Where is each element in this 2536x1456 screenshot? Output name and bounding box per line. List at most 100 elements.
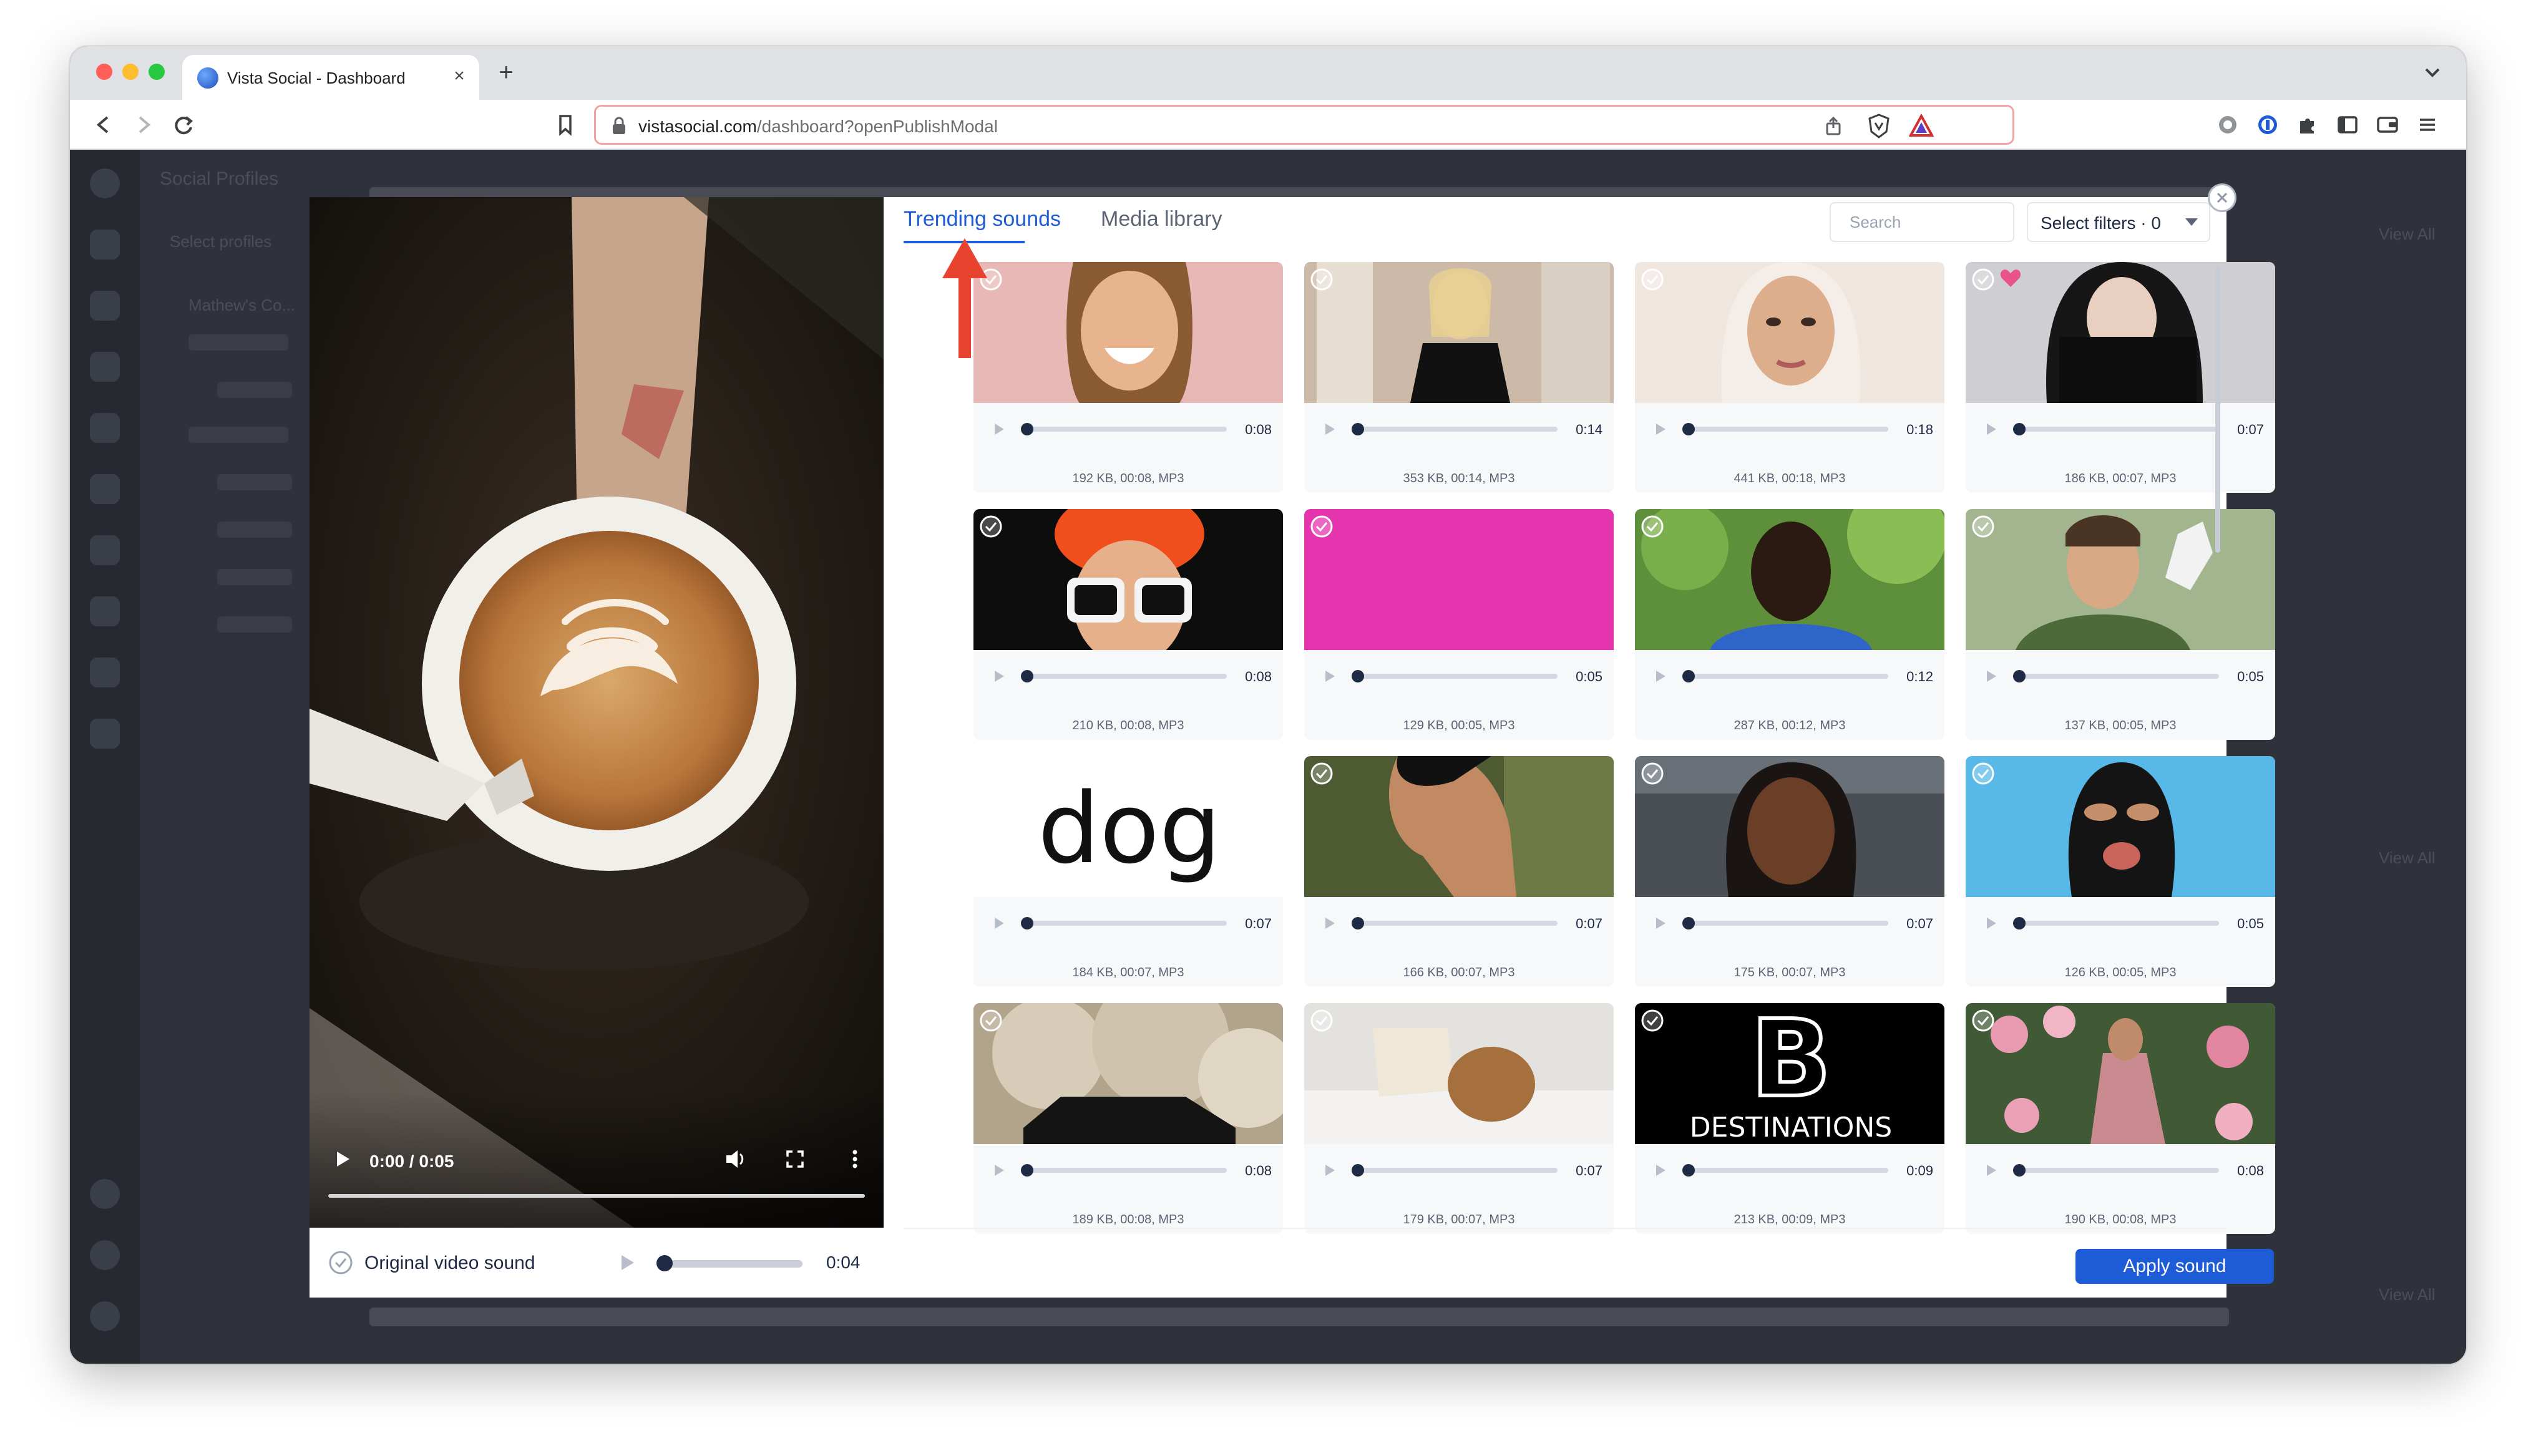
minimize-window-button[interactable] bbox=[122, 64, 139, 80]
sound-card[interactable]: dog 0:07 184 KB, 00:07, MP3 bbox=[973, 756, 1283, 987]
sound-progress-knob[interactable] bbox=[1021, 423, 1033, 435]
sound-thumbnail[interactable] bbox=[973, 509, 1283, 650]
sound-progress-track[interactable] bbox=[1355, 1168, 1558, 1173]
sound-card[interactable]: 0:07 175 KB, 00:07, MP3 bbox=[1635, 756, 1944, 987]
brave-shield-icon[interactable] bbox=[1866, 113, 1891, 139]
sound-progress-knob[interactable] bbox=[1682, 1164, 1695, 1177]
reports-icon[interactable] bbox=[90, 535, 120, 565]
zoom-window-button[interactable] bbox=[149, 64, 165, 80]
sound-progress-track[interactable] bbox=[1355, 921, 1558, 926]
sound-thumbnail[interactable] bbox=[1304, 509, 1614, 650]
wallet-icon[interactable] bbox=[2373, 110, 2402, 140]
fullscreen-icon[interactable] bbox=[781, 1145, 809, 1173]
bookmark-icon[interactable] bbox=[550, 110, 580, 140]
sound-card[interactable]: 0:05 126 KB, 00:05, MP3 bbox=[1966, 756, 2275, 987]
video-progress-track[interactable] bbox=[328, 1194, 865, 1198]
help-icon[interactable] bbox=[90, 1240, 120, 1270]
select-sound-checkbox[interactable] bbox=[1640, 267, 1665, 292]
sound-thumbnail[interactable] bbox=[973, 262, 1283, 403]
select-sound-checkbox[interactable] bbox=[978, 1008, 1003, 1033]
new-tab-button[interactable]: + bbox=[492, 59, 520, 87]
sound-play-icon[interactable] bbox=[991, 1163, 1006, 1178]
sound-progress-track[interactable] bbox=[1686, 427, 1888, 432]
select-sound-checkbox[interactable] bbox=[1640, 1008, 1665, 1033]
sound-play-icon[interactable] bbox=[1983, 1163, 1998, 1178]
select-sound-checkbox[interactable] bbox=[978, 514, 1003, 539]
select-sound-checkbox[interactable] bbox=[1640, 761, 1665, 786]
sound-thumbnail[interactable]: B DESTINATIONS bbox=[1635, 1003, 1944, 1144]
reload-icon[interactable] bbox=[168, 110, 198, 140]
browser-tab[interactable]: Vista Social - Dashboard × bbox=[182, 55, 479, 100]
search-input[interactable] bbox=[1832, 205, 2011, 240]
select-sound-checkbox[interactable] bbox=[978, 761, 1003, 786]
sound-progress-knob[interactable] bbox=[1682, 917, 1695, 929]
sound-card[interactable]: 0:14 353 KB, 00:14, MP3 bbox=[1304, 262, 1614, 493]
sound-card[interactable]: 0:08 192 KB, 00:08, MP3 bbox=[973, 262, 1283, 493]
sound-thumbnail[interactable]: dog bbox=[973, 756, 1283, 897]
select-sound-checkbox[interactable] bbox=[1971, 267, 1996, 292]
select-sound-checkbox[interactable] bbox=[1971, 1008, 1996, 1033]
sound-progress-track[interactable] bbox=[2017, 427, 2219, 432]
sound-play-icon[interactable] bbox=[1652, 1163, 1667, 1178]
sound-play-icon[interactable] bbox=[1983, 916, 1998, 931]
add-icon[interactable] bbox=[90, 1179, 120, 1209]
original-sound-progress-knob[interactable] bbox=[656, 1255, 673, 1271]
share-icon[interactable] bbox=[1823, 115, 1844, 137]
sound-play-icon[interactable] bbox=[1322, 916, 1337, 931]
back-icon[interactable] bbox=[89, 110, 119, 140]
sound-progress-track[interactable] bbox=[1355, 427, 1558, 432]
sound-progress-knob[interactable] bbox=[2013, 670, 2026, 682]
sound-card[interactable]: 0:05 137 KB, 00:05, MP3 bbox=[1966, 509, 2275, 740]
select-sound-checkbox[interactable] bbox=[1309, 514, 1334, 539]
grid-scrollbar[interactable] bbox=[2215, 266, 2220, 553]
view-all-link[interactable]: View All bbox=[2379, 1285, 2436, 1304]
forward-icon[interactable] bbox=[129, 110, 158, 140]
volume-icon[interactable] bbox=[721, 1145, 749, 1173]
sound-progress-knob[interactable] bbox=[1352, 423, 1364, 435]
sound-card[interactable]: 0:08 210 KB, 00:08, MP3 bbox=[973, 509, 1283, 740]
brave-rewards-icon[interactable] bbox=[1909, 114, 1934, 138]
sound-play-icon[interactable] bbox=[991, 422, 1006, 437]
sound-progress-knob[interactable] bbox=[1682, 423, 1695, 435]
sound-thumbnail[interactable] bbox=[1966, 756, 2275, 897]
close-icon[interactable] bbox=[2208, 183, 2236, 212]
sound-progress-knob[interactable] bbox=[1021, 1164, 1033, 1177]
listening-icon[interactable] bbox=[90, 596, 120, 626]
select-sound-checkbox[interactable] bbox=[1640, 514, 1665, 539]
sound-progress-track[interactable] bbox=[1686, 674, 1888, 679]
sound-thumbnail[interactable] bbox=[1304, 756, 1614, 897]
pin-icon[interactable] bbox=[90, 658, 120, 687]
sound-card[interactable]: 0:07 166 KB, 00:07, MP3 bbox=[1304, 756, 1614, 987]
sound-progress-knob[interactable] bbox=[2013, 423, 2026, 435]
sound-card[interactable]: 0:05 129 KB, 00:05, MP3 bbox=[1304, 509, 1614, 740]
sound-progress-knob[interactable] bbox=[1352, 670, 1364, 682]
select-sound-checkbox[interactable] bbox=[1309, 1008, 1334, 1033]
media-icon[interactable] bbox=[90, 413, 120, 443]
publish-icon[interactable] bbox=[90, 291, 120, 321]
sound-card[interactable]: 0:18 441 KB, 00:18, MP3 bbox=[1635, 262, 1944, 493]
chevron-down-icon[interactable] bbox=[2420, 60, 2445, 85]
video-play-icon[interactable] bbox=[328, 1145, 356, 1173]
sound-progress-knob[interactable] bbox=[1352, 1164, 1364, 1177]
tab-close-icon[interactable]: × bbox=[448, 65, 471, 87]
sound-thumbnail[interactable] bbox=[973, 1003, 1283, 1144]
original-sound-play-icon[interactable] bbox=[615, 1251, 638, 1274]
sound-progress-track[interactable] bbox=[2017, 674, 2219, 679]
sound-progress-knob[interactable] bbox=[1682, 670, 1695, 682]
sound-thumbnail[interactable] bbox=[1304, 262, 1614, 403]
sound-progress-knob[interactable] bbox=[1021, 670, 1033, 682]
sound-thumbnail[interactable] bbox=[1635, 509, 1944, 650]
video-preview[interactable]: 0:00 / 0:05 bbox=[310, 197, 884, 1228]
sound-progress-knob[interactable] bbox=[1352, 917, 1364, 929]
tab-trending-sounds[interactable]: Trending sounds bbox=[904, 207, 1061, 231]
sound-play-icon[interactable] bbox=[1983, 669, 1998, 684]
select-sound-checkbox[interactable] bbox=[1971, 761, 1996, 786]
home-icon[interactable] bbox=[90, 230, 120, 260]
puzzle-extensions-icon[interactable] bbox=[2293, 110, 2323, 140]
sound-card[interactable]: 0:08 190 KB, 00:08, MP3 bbox=[1966, 1003, 2275, 1234]
sound-card[interactable]: 0:08 189 KB, 00:08, MP3 bbox=[973, 1003, 1283, 1234]
sound-play-icon[interactable] bbox=[991, 669, 1006, 684]
sound-card[interactable]: B DESTINATIONS 0:09 213 KB, 00:09, MP3 bbox=[1635, 1003, 1944, 1234]
select-sound-checkbox[interactable] bbox=[1309, 267, 1334, 292]
avatar[interactable] bbox=[90, 1301, 120, 1331]
